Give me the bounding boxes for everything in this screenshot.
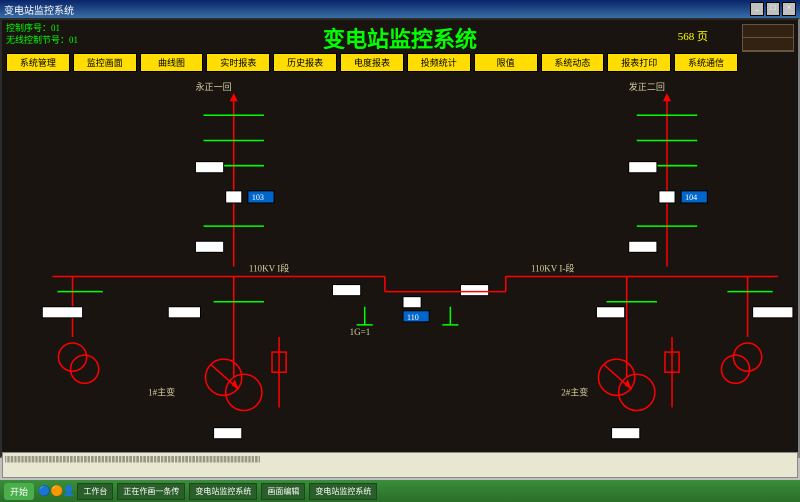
sw-1031[interactable]: 1031 <box>197 243 213 252</box>
sw-103[interactable]: 103 <box>252 193 264 202</box>
taskbar: 开始 🔵🟠👤 工作台 正在作画一条传 变电站监控系统 画面编辑 变电站监控系统 <box>0 480 800 502</box>
alarm-ticker: ||||||||||||||||||||||||||||||||||||||||… <box>2 452 798 478</box>
sw-010011r[interactable]: 0100110 <box>755 309 783 318</box>
menu-monitor[interactable]: 监控画面 <box>73 53 137 72</box>
label-trans-right: 2#主变 <box>561 386 588 397</box>
menu-stats[interactable]: 投频统计 <box>407 53 471 72</box>
maximize-button[interactable]: □ <box>766 2 780 16</box>
status-line1: 控制序号：01 <box>6 22 78 34</box>
label-trans-left: 1#主变 <box>148 386 175 397</box>
menu-print[interactable]: 报表打印 <box>607 53 671 72</box>
start-button[interactable]: 开始 <box>4 483 34 500</box>
menu-bar: 系统管理 监控画面 曲线图 实时报表 历史报表 电度报表 投频统计 限值 系统动… <box>6 53 738 72</box>
label-bus-left: 110KV I段 <box>249 262 289 273</box>
system-title: 变电站监控系统 <box>323 22 477 54</box>
sw-1021b[interactable]: 1021 <box>614 430 630 439</box>
status-line2: 无线控制节号：01 <box>6 34 78 46</box>
sw-104[interactable]: 104 <box>685 193 697 202</box>
sw-110611[interactable]: 110611 <box>170 309 194 318</box>
menu-comm[interactable]: 系统通信 <box>674 53 738 72</box>
sw-1001l[interactable]: 1001 <box>334 287 350 296</box>
label-gnd: 1G=1 <box>350 327 371 337</box>
label-feeder-right: 发正二回 <box>629 81 665 92</box>
close-button[interactable]: × <box>782 2 796 16</box>
indicator-panel <box>742 24 794 52</box>
menu-limits[interactable]: 限值 <box>474 53 538 72</box>
task-item-2[interactable]: 变电站监控系统 <box>189 483 257 500</box>
single-line-diagram[interactable]: 永正一回 1024 103 1031 110KV I段 1001 110 1G=… <box>2 75 798 458</box>
sw-1029[interactable]: 1029 <box>631 164 647 173</box>
task-item-4[interactable]: 变电站监控系统 <box>309 483 377 500</box>
sw-010011l[interactable]: 0100110 <box>44 309 72 318</box>
status-readout: 控制序号：01 无线控制节号：01 <box>6 22 78 46</box>
sw-1021[interactable]: 1021 <box>598 309 614 318</box>
task-item-3[interactable]: 画面编辑 <box>261 483 305 500</box>
menu-realtime[interactable]: 实时报表 <box>206 53 270 72</box>
window-title: 变电站监控系统 <box>4 2 74 16</box>
menu-system[interactable]: 系统管理 <box>6 53 70 72</box>
task-item-1[interactable]: 正在作画一条传 <box>117 483 185 500</box>
menu-energy[interactable]: 电度报表 <box>340 53 404 72</box>
window-titlebar: 变电站监控系统 _ □ × <box>0 0 800 18</box>
main-canvas: 控制序号：01 无线控制节号：01 变电站监控系统 568 页 系统管理 监控画… <box>0 18 800 458</box>
sw-1110[interactable]: 1110 <box>216 430 232 439</box>
label-feeder-left: 永正一回 <box>195 81 231 92</box>
menu-history[interactable]: 历史报表 <box>273 53 337 72</box>
sw-110[interactable]: 110 <box>407 313 419 322</box>
label-bus-right: 110KV I-段 <box>531 262 574 273</box>
menu-dynamic[interactable]: 系统动态 <box>541 53 605 72</box>
sw-1041[interactable]: 1041 <box>631 243 647 252</box>
minimize-button[interactable]: _ <box>750 2 764 16</box>
menu-curve[interactable]: 曲线图 <box>140 53 204 72</box>
task-item-0[interactable]: 工作台 <box>77 483 113 500</box>
page-indicator: 568 页 <box>678 28 708 44</box>
sw-1024[interactable]: 1024 <box>197 164 213 173</box>
